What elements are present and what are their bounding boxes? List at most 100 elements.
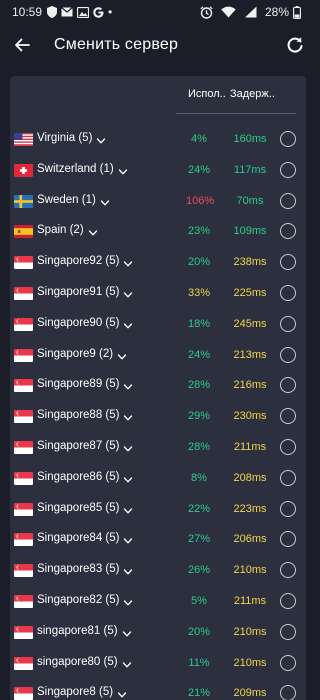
server-select-radio[interactable] xyxy=(280,284,296,301)
server-usage: 11% xyxy=(188,656,210,669)
server-select-radio[interactable] xyxy=(280,469,296,486)
server-name: Singapore89 (5) xyxy=(37,378,120,391)
header-divider xyxy=(176,113,296,114)
server-name: Singapore91 (5) xyxy=(37,285,120,298)
server-select-radio[interactable] xyxy=(280,131,296,147)
chevron-down-icon[interactable] xyxy=(123,441,133,452)
server-select-radio[interactable] xyxy=(280,192,296,209)
server-latency: 245ms xyxy=(233,317,267,330)
server-select-radio[interactable] xyxy=(280,438,296,455)
server-row[interactable]: Singapore85 (5) 22% 223ms xyxy=(10,495,306,526)
server-row[interactable]: Singapore83 (5) 26% 210ms xyxy=(10,556,306,587)
chevron-down-icon[interactable] xyxy=(96,133,106,144)
server-select-radio[interactable] xyxy=(280,254,296,271)
server-usage: 28% xyxy=(187,440,211,453)
server-select-radio[interactable] xyxy=(280,408,296,425)
chevron-down-icon[interactable] xyxy=(88,225,98,236)
alarm-icon xyxy=(200,5,213,19)
server-select-radio[interactable] xyxy=(280,223,296,240)
server-row[interactable]: singapore81 (5) 20% 210ms xyxy=(10,618,306,649)
server-usage: 5% xyxy=(191,594,207,607)
server-row[interactable]: Singapore87 (5) 28% 211ms xyxy=(10,433,306,464)
sg-flag-icon xyxy=(14,440,33,454)
back-button[interactable] xyxy=(0,24,44,66)
sg-flag-icon xyxy=(14,656,33,670)
chevron-down-icon[interactable] xyxy=(123,410,133,421)
server-latency: 210ms xyxy=(233,625,267,638)
server-select-radio[interactable] xyxy=(280,315,296,332)
chevron-down-icon[interactable] xyxy=(123,318,133,329)
se-flag-icon xyxy=(14,194,33,208)
server-latency: 216ms xyxy=(233,379,267,392)
server-usage: 29% xyxy=(187,410,211,423)
server-name: Singapore84 (5) xyxy=(37,532,120,545)
column-headers: Испол.. Задерж.. xyxy=(10,88,306,108)
sg-flag-icon xyxy=(14,410,33,424)
app-bar: Сменить сервер xyxy=(0,24,315,66)
server-select-radio[interactable] xyxy=(280,500,296,517)
refresh-button[interactable] xyxy=(275,24,315,66)
usage-column-header: Испол.. xyxy=(188,88,226,100)
server-row[interactable]: Switzerland (1) 24% 117ms xyxy=(10,156,306,187)
server-row[interactable]: Singapore8 (5) 21% 209ms xyxy=(10,679,306,700)
chevron-down-icon[interactable] xyxy=(123,256,133,267)
page-title: Сменить сервер xyxy=(54,36,179,53)
server-name: Switzerland (1) xyxy=(37,162,114,175)
server-row[interactable]: Singapore82 (5) 5% 211ms xyxy=(10,587,306,618)
server-name: Spain (2) xyxy=(37,224,84,237)
server-row[interactable]: Virginia (5) 4% 160ms xyxy=(10,125,306,156)
server-select-radio[interactable] xyxy=(280,562,296,579)
server-row[interactable]: Singapore89 (5) 28% 216ms xyxy=(10,371,306,402)
chevron-down-icon[interactable] xyxy=(123,595,133,606)
server-name: Singapore92 (5) xyxy=(37,255,120,268)
chevron-down-icon[interactable] xyxy=(123,472,133,483)
server-row[interactable]: Singapore90 (5) 18% 245ms xyxy=(10,310,306,341)
server-row[interactable]: Singapore88 (5) 29% 230ms xyxy=(10,402,306,433)
chevron-down-icon[interactable] xyxy=(122,657,132,667)
server-row[interactable]: Singapore84 (5) 27% 206ms xyxy=(10,525,306,556)
server-select-radio[interactable] xyxy=(280,685,296,700)
server-list-panel: Испол.. Задерж.. Virginia (5) 4% 160ms Swit… xyxy=(10,76,306,700)
chevron-down-icon[interactable] xyxy=(117,349,127,360)
server-select-radio[interactable] xyxy=(280,531,296,548)
sg-flag-icon xyxy=(14,502,33,516)
sg-flag-icon xyxy=(14,379,33,393)
chevron-down-icon[interactable] xyxy=(100,195,110,206)
chevron-down-icon[interactable] xyxy=(122,626,132,637)
server-latency: 230ms xyxy=(233,410,267,423)
server-row[interactable]: Singapore86 (5) 8% 208ms xyxy=(10,464,306,495)
server-usage: 18% xyxy=(187,317,211,330)
server-select-radio[interactable] xyxy=(280,161,296,178)
chevron-down-icon[interactable] xyxy=(123,287,133,298)
server-row[interactable]: singapore80 (5) 11% 210ms xyxy=(10,649,306,680)
server-row[interactable]: Singapore91 (5) 33% 225ms xyxy=(10,279,306,310)
chevron-down-icon[interactable] xyxy=(123,379,133,390)
server-usage: 22% xyxy=(187,502,211,515)
server-latency: 238ms xyxy=(233,256,267,269)
chevron-down-icon[interactable] xyxy=(118,164,128,175)
server-usage: 20% xyxy=(187,625,211,638)
server-select-radio[interactable] xyxy=(280,592,296,609)
server-select-radio[interactable] xyxy=(280,654,296,671)
chevron-down-icon[interactable] xyxy=(123,533,133,544)
chevron-down-icon[interactable] xyxy=(117,687,127,698)
server-usage: 24% xyxy=(187,348,211,361)
server-row[interactable]: Spain (2) 23% 109ms xyxy=(10,217,306,248)
server-name: singapore80 (5) xyxy=(37,655,118,668)
server-name: Singapore83 (5) xyxy=(37,563,120,576)
server-row[interactable]: Singapore9 (2) 24% 213ms xyxy=(10,341,306,372)
server-select-radio[interactable] xyxy=(280,377,296,394)
es-flag-icon xyxy=(14,225,33,239)
server-row[interactable]: Singapore92 (5) 20% 238ms xyxy=(10,248,306,279)
server-row[interactable]: Sweden (1) 106% 70ms xyxy=(10,187,306,218)
server-latency: 225ms xyxy=(233,286,267,299)
server-name: Virginia (5) xyxy=(37,132,93,144)
chevron-down-icon[interactable] xyxy=(123,564,133,575)
server-list: Virginia (5) 4% 160ms Switzerland (1) 24% 117… xyxy=(10,125,306,700)
chevron-down-icon[interactable] xyxy=(123,503,133,514)
wifi-icon xyxy=(221,5,236,19)
server-latency: 213ms xyxy=(233,348,267,361)
server-select-radio[interactable] xyxy=(280,623,296,640)
server-select-radio[interactable] xyxy=(280,346,296,363)
server-usage: 24% xyxy=(187,163,211,176)
